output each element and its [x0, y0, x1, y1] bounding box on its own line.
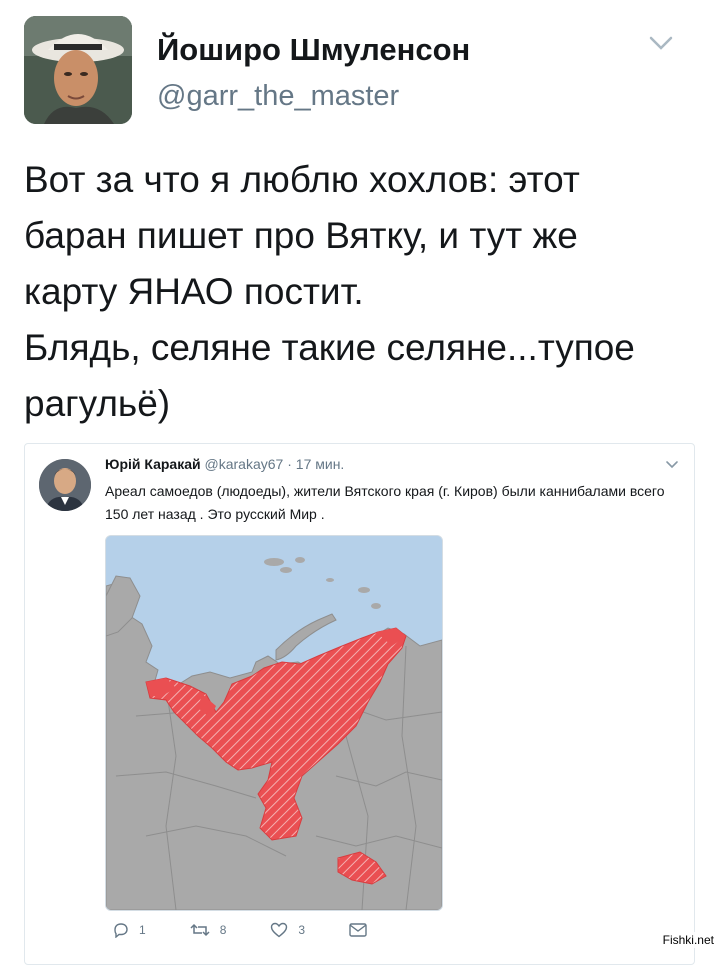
reply-action[interactable]: 1: [113, 922, 146, 938]
message-action[interactable]: [349, 923, 377, 937]
russia-map: [106, 536, 442, 910]
map-image[interactable]: [105, 535, 443, 911]
author-name[interactable]: Йоширо Шмуленсон: [157, 32, 470, 68]
quoted-author-handle[interactable]: @karakay67: [205, 456, 284, 472]
chevron-down-icon[interactable]: [648, 34, 674, 54]
chevron-down-icon[interactable]: [665, 460, 679, 470]
reply-icon: [114, 923, 128, 938]
retweet-count: 8: [219, 923, 227, 937]
quoted-header: Юрій Каракай @karakay67 · 17 мин.: [105, 456, 344, 472]
reply-count: 1: [139, 923, 146, 937]
author-avatar[interactable]: [24, 16, 132, 124]
tweet-text: Вот за что я люблю хохлов: этот баран пи…: [24, 159, 635, 424]
like-action[interactable]: 3: [270, 922, 305, 938]
quoted-author-name[interactable]: Юрій Каракай: [105, 456, 201, 472]
retweet-action[interactable]: 8: [190, 922, 227, 938]
quoted-tweet[interactable]: Юрій Каракай @karakay67 · 17 мин. Ареал …: [24, 443, 695, 965]
watermark: Fishki.net: [660, 932, 716, 948]
quoted-actions: 1 8 3: [113, 922, 421, 938]
author-handle[interactable]: @garr_the_master: [157, 80, 399, 113]
quoted-text: Ареал самоедов (людоеды), жители Вятског…: [105, 483, 665, 522]
retweet-icon: [190, 923, 210, 937]
message-icon: [349, 923, 367, 937]
quoted-author-avatar[interactable]: [39, 459, 91, 511]
quoted-avatar-image: [39, 459, 91, 511]
like-icon: [271, 922, 288, 938]
quoted-separator: ·: [287, 456, 292, 472]
quoted-time[interactable]: 17 мин.: [296, 456, 345, 472]
avatar-image: [24, 16, 132, 124]
like-count: 3: [298, 923, 306, 937]
